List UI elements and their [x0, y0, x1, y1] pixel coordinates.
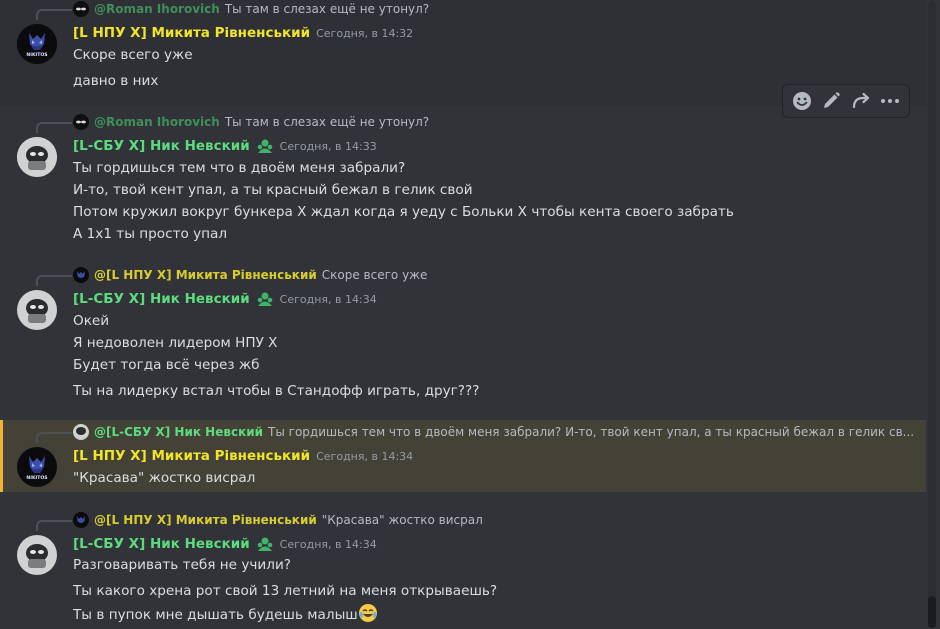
message-line: Ты на лидерку встал чтобы в Стандофф игр…	[73, 383, 480, 399]
message-toolbar	[782, 84, 910, 118]
role-icon	[256, 290, 274, 308]
message-line: "Красава" жостко висрал	[73, 470, 256, 486]
username[interactable]: [L-СБУ X] Ник Невский	[73, 291, 250, 307]
message-header: [L НПУ X] Микита Рівненський Сегодня, в …	[73, 24, 413, 42]
username[interactable]: [L НПУ X] Микита Рівненський	[73, 448, 310, 464]
reply-text: Ты гордишься тем что в двоём меня забрал…	[268, 425, 915, 439]
message-header: [L-СБУ X] Ник Невский Сегодня, в 14:34	[73, 290, 377, 308]
message-line: Скоре всего уже	[73, 47, 193, 63]
smile-icon[interactable]	[791, 90, 813, 112]
timestamp: Сегодня, в 14:32	[316, 26, 414, 40]
reply-icon[interactable]	[850, 90, 872, 112]
avatar[interactable]	[17, 535, 57, 575]
reply-avatar	[73, 267, 89, 283]
message-header: [L-СБУ X] Ник Невский Сегодня, в 14:34	[73, 535, 377, 553]
reply-preview[interactable]: @[L НПУ X] Микита Рівненський "Красава" …	[73, 512, 483, 528]
username[interactable]: [L-СБУ X] Ник Невский	[73, 536, 250, 552]
avatar[interactable]: NIKITOS	[17, 24, 57, 64]
role-icon	[256, 535, 274, 553]
message-header: [L-СБУ X] Ник Невский Сегодня, в 14:33	[73, 137, 377, 155]
message-line: Ты гордишься тем что в двоём меня забрал…	[73, 160, 406, 176]
reply-spine	[36, 520, 72, 531]
reply-author[interactable]: @[L-СБУ X] Ник Невский	[94, 425, 263, 439]
more-icon[interactable]	[879, 90, 901, 112]
message-line: А 1x1 ты просто упал	[73, 226, 228, 242]
message-line: Разговаривать тебя не учили?	[73, 557, 291, 573]
message-line: Будет тогда всё через жб	[73, 357, 260, 373]
message-line: Я недоволен лидером НПУ X	[73, 335, 278, 351]
message-line: давно в них	[73, 73, 159, 89]
scrollbar-thumb[interactable]	[928, 596, 936, 628]
reply-avatar	[73, 512, 89, 528]
edit-icon[interactable]	[820, 90, 842, 112]
reply-author[interactable]: @[L НПУ X] Микита Рівненський	[94, 268, 317, 282]
reply-spine	[36, 275, 72, 286]
reply-author[interactable]: @[L НПУ X] Микита Рівненський	[94, 513, 317, 527]
reply-avatar	[73, 1, 89, 17]
reply-preview[interactable]: @[L НПУ X] Микита Рівненський Скоре всег…	[73, 267, 427, 283]
mention-highlight-bar	[0, 420, 3, 492]
timestamp: Сегодня, в 14:34	[279, 292, 377, 306]
avatar[interactable]	[17, 137, 57, 177]
message-header: [L НПУ X] Микита Рівненський Сегодня, в …	[73, 447, 413, 465]
reply-avatar	[73, 424, 89, 440]
reply-spine	[36, 9, 72, 20]
message-line: И-то, твой кент упал, а ты красный бежал…	[73, 182, 473, 198]
reply-preview[interactable]: @Roman Ihorovich Ты там в слезах ещё не …	[73, 1, 429, 17]
reply-text: "Красава" жостко висрал	[321, 513, 483, 527]
timestamp: Сегодня, в 14:34	[279, 537, 377, 551]
reply-text: Ты там в слезах ещё не утонул?	[224, 2, 430, 16]
reply-spine	[36, 432, 72, 443]
avatar-nikitos-text: NIKITOS	[26, 52, 47, 58]
reply-text: Ты там в слезах ещё не утонул?	[224, 115, 430, 129]
joy-emoji-icon	[358, 603, 378, 623]
message-line: Потом кружил вокруг бункера X ждал когда…	[73, 204, 734, 220]
username[interactable]: [L-СБУ X] Ник Невский	[73, 138, 250, 154]
avatar[interactable]: NIKITOS	[17, 447, 57, 487]
avatar-nikitos-text: NIKITOS	[26, 475, 47, 481]
timestamp: Сегодня, в 14:33	[279, 139, 377, 153]
avatar[interactable]	[17, 290, 57, 330]
message-line: Окей	[73, 313, 110, 329]
reply-author[interactable]: @Roman Ihorovich	[94, 2, 220, 16]
timestamp: Сегодня, в 14:34	[316, 449, 414, 463]
reply-preview[interactable]: @[L-СБУ X] Ник Невский Ты гордишься тем …	[73, 424, 914, 440]
message-line: Ты в пупок мне дышать будешь малыш	[73, 603, 378, 625]
message-line: Ты какого хрена рот свой 13 летний на ме…	[73, 583, 498, 599]
reply-text: Скоре всего уже	[321, 268, 428, 282]
reply-avatar	[73, 114, 89, 130]
reply-author[interactable]: @Roman Ihorovich	[94, 115, 220, 129]
scrollbar-track[interactable]	[928, 0, 936, 628]
reply-preview[interactable]: @Roman Ihorovich Ты там в слезах ещё не …	[73, 114, 429, 130]
role-icon	[256, 137, 274, 155]
message-text: Ты в пупок мне дышать будешь малыш	[73, 607, 358, 623]
reply-spine	[36, 122, 72, 133]
username[interactable]: [L НПУ X] Микита Рівненський	[73, 25, 310, 41]
